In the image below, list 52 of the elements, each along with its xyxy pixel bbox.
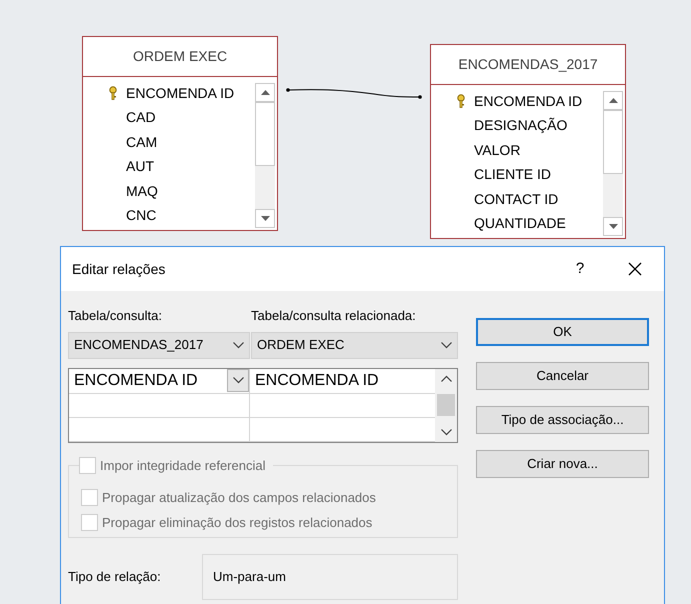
scroll-thumb[interactable] <box>603 110 623 174</box>
checkbox-label: Impor integridade referencial <box>100 456 266 475</box>
close-icon[interactable] <box>628 262 642 276</box>
dialog-button[interactable]: OK <box>476 318 649 346</box>
relation-type-box: Um-para-um <box>202 554 458 600</box>
help-button[interactable]: ? <box>570 258 590 280</box>
field-name[interactable]: CONTACT ID <box>474 188 558 210</box>
field-name[interactable]: ENCOMENDA ID <box>474 90 582 112</box>
field-name[interactable]: AUT <box>126 156 154 178</box>
scroll-up-icon <box>440 374 452 382</box>
key-icon <box>456 94 466 108</box>
checkbox-label: Propagar eliminação dos registos relacionados <box>102 514 372 532</box>
scroll-down-icon <box>608 224 618 229</box>
scroll-up-icon <box>608 98 618 103</box>
field-name[interactable]: CNC <box>126 205 156 226</box>
field-name[interactable]: DESIGNAÇÃO <box>474 115 568 136</box>
field-name[interactable]: CAM <box>126 132 158 153</box>
scroll-thumb[interactable] <box>437 394 455 416</box>
dialog-title: Editar relações <box>72 260 166 279</box>
chevron-down-icon <box>233 342 244 348</box>
field-name[interactable]: MAQ <box>126 180 158 202</box>
scrollbar[interactable] <box>255 83 275 228</box>
scroll-up-icon <box>260 90 270 95</box>
table-title: ENCOMENDAS_2017 <box>458 55 598 74</box>
scroll-thumb[interactable] <box>255 102 275 166</box>
chevron-down-icon <box>441 342 452 348</box>
table-node[interactable]: ORDEM EXEC ENCOMENDA ID CAD CAM AUT MAQ CNC <box>82 36 278 231</box>
grid-cell[interactable]: ENCOMENDA ID <box>74 368 198 392</box>
field-name[interactable]: CAD <box>126 107 156 128</box>
table-dropdown[interactable]: ENCOMENDAS_2017 <box>68 332 250 358</box>
cell-dropdown-button[interactable] <box>227 369 249 392</box>
related-table-dropdown[interactable]: ORDEM EXEC <box>251 332 458 358</box>
table-title: ORDEM EXEC <box>132 47 228 66</box>
relation-type-label: Tipo de relação: <box>68 568 162 586</box>
related-table-label: Tabela/consulta relacionada: <box>251 307 416 325</box>
scroll-down-icon <box>440 428 452 436</box>
chevron-down-icon <box>232 377 244 384</box>
checkbox-label: Propagar atualização dos campos relacionados <box>102 488 376 507</box>
scrollbar[interactable] <box>435 368 457 442</box>
dialog-button[interactable]: Tipo de associação... <box>476 406 649 434</box>
field-name[interactable]: ENCOMENDA ID <box>126 82 234 104</box>
table-label: Tabela/consulta: <box>68 307 163 325</box>
dialog-button[interactable]: Criar nova... <box>476 450 649 478</box>
key-icon <box>108 86 118 100</box>
scrollbar[interactable] <box>603 91 623 236</box>
field-name[interactable]: QUANTIDADE <box>474 213 566 234</box>
field-name[interactable]: VALOR <box>474 140 520 161</box>
grid-cell[interactable]: ENCOMENDA ID <box>255 368 379 392</box>
table-node[interactable]: ENCOMENDAS_2017 ENCOMENDA ID DESIGNAÇÃO VALOR CLIENTE ID CONTACT ID QUANTIDADE <box>430 44 626 239</box>
dialog-button[interactable]: Cancelar <box>476 362 649 390</box>
scroll-down-icon <box>260 216 270 221</box>
field-name[interactable]: CLIENTE ID <box>474 164 552 186</box>
